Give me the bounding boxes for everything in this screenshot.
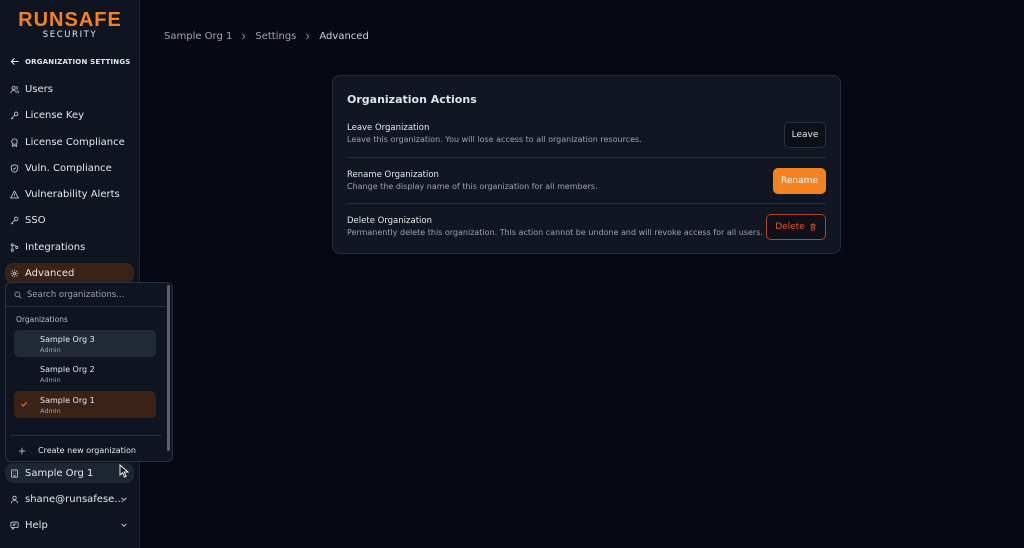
sidebar-item-label: Advanced xyxy=(25,267,75,279)
org-search-bar xyxy=(6,283,166,307)
sidebar-item-label: License Key xyxy=(25,109,85,121)
org-switcher[interactable]: Sample Org 1 xyxy=(5,463,134,483)
logo-tagline: SECURITY xyxy=(42,30,98,40)
alert-triangle-icon xyxy=(10,189,19,198)
sidebar-item-integrations[interactable]: Integrations xyxy=(5,237,134,257)
org-name: Sample Org 3 xyxy=(40,335,95,344)
delete-button[interactable]: Delete xyxy=(766,214,826,240)
action-description: Permanently delete this organization. Th… xyxy=(347,228,763,237)
runsafe-logo[interactable]: RUNSAFE SECURITY xyxy=(0,10,140,40)
organization-actions-card: Organization Actions Leave Organization … xyxy=(332,75,841,254)
gear-icon xyxy=(10,269,19,277)
org-list-heading: Organizations xyxy=(16,315,68,324)
logo-wordmark: RUNSAFE xyxy=(18,9,122,31)
create-organization-label: Create new organization xyxy=(38,446,136,455)
chevron-down-icon xyxy=(121,497,127,501)
arrow-left-icon xyxy=(10,58,19,65)
help-menu[interactable]: Help xyxy=(5,515,134,535)
sidebar-item-label: License Compliance xyxy=(25,136,125,148)
users-icon xyxy=(10,85,19,93)
leave-organization-row: Leave Organization Leave this organizati… xyxy=(347,111,826,157)
back-to-settings-link[interactable]: ORGANIZATION SETTINGS xyxy=(10,57,131,66)
breadcrumb-settings[interactable]: Settings xyxy=(255,31,296,42)
delete-organization-row: Delete Organization Permanently delete t… xyxy=(347,203,826,249)
badge-icon xyxy=(11,137,18,147)
help-menu-label: Help xyxy=(25,519,48,531)
user-menu[interactable]: shane@runsafese... xyxy=(5,489,134,509)
sidebar-item-vulnerability-alerts[interactable]: Vulnerability Alerts xyxy=(5,184,134,204)
create-organization-button[interactable]: Create new organization xyxy=(18,446,136,455)
card-title: Organization Actions xyxy=(347,93,477,106)
sidebar-item-label: SSO xyxy=(25,214,46,226)
back-link-label: ORGANIZATION SETTINGS xyxy=(25,57,131,66)
sidebar-item-users[interactable]: Users xyxy=(5,79,134,99)
chevron-right-icon xyxy=(306,33,310,40)
rename-button[interactable]: Rename xyxy=(773,168,826,194)
leave-button[interactable]: Leave xyxy=(784,122,826,148)
organization-dropdown: Organizations Sample Org 3 Admin Sample … xyxy=(5,282,173,462)
sidebar-item-label: Integrations xyxy=(25,241,86,253)
sidebar-item-advanced[interactable]: Advanced xyxy=(5,263,134,283)
breadcrumb: Sample Org 1 Settings Advanced xyxy=(164,31,369,42)
breadcrumb-current: Advanced xyxy=(319,31,369,42)
help-chat-icon xyxy=(10,521,19,530)
user-menu-label: shane@runsafese... xyxy=(25,493,124,505)
sidebar-item-label: Users xyxy=(25,83,54,95)
sidebar-item-vuln-compliance[interactable]: Vuln. Compliance xyxy=(5,158,134,178)
user-icon xyxy=(11,495,18,503)
search-icon xyxy=(14,291,22,298)
trash-icon xyxy=(809,223,816,231)
sidebar-item-label: Vulnerability Alerts xyxy=(25,188,120,200)
action-title: Delete Organization xyxy=(347,216,432,226)
key-icon xyxy=(10,111,19,119)
org-option-sample-org-2[interactable]: Sample Org 2 Admin xyxy=(14,360,156,387)
sidebar-item-sso[interactable]: SSO xyxy=(5,210,134,230)
org-name: Sample Org 1 xyxy=(40,396,95,405)
delete-button-label: Delete xyxy=(775,222,805,232)
org-role: Admin xyxy=(40,407,61,415)
dropdown-scrollbar[interactable] xyxy=(167,285,170,451)
check-icon xyxy=(20,401,28,407)
action-title: Leave Organization xyxy=(347,123,430,133)
mouse-cursor-icon xyxy=(119,464,129,478)
org-role: Admin xyxy=(40,346,61,354)
org-option-sample-org-3[interactable]: Sample Org 3 Admin xyxy=(14,330,156,357)
sidebar-item-license-key[interactable]: License Key xyxy=(5,105,134,125)
git-branch-icon xyxy=(10,242,19,252)
org-switcher-label: Sample Org 1 xyxy=(25,467,94,479)
action-description: Change the display name of this organiza… xyxy=(347,182,598,191)
breadcrumb-org[interactable]: Sample Org 1 xyxy=(164,31,232,42)
sidebar-item-license-compliance[interactable]: License Compliance xyxy=(5,132,134,152)
plus-icon xyxy=(18,447,26,454)
org-role: Admin xyxy=(40,376,61,384)
sidebar-item-label: Vuln. Compliance xyxy=(25,162,112,174)
app: RUNSAFE SECURITY ORGANIZATION SETTINGS U… xyxy=(0,0,1024,548)
rename-organization-row: Rename Organization Change the display n… xyxy=(347,157,826,203)
key-icon xyxy=(10,216,19,224)
action-description: Leave this organization. You will lose a… xyxy=(347,135,642,144)
chevron-down-icon xyxy=(121,523,127,527)
shield-check-icon xyxy=(10,163,19,173)
dropdown-divider xyxy=(11,435,161,436)
chevron-right-icon xyxy=(242,33,246,40)
org-search-input[interactable] xyxy=(27,289,157,300)
action-title: Rename Organization xyxy=(347,170,439,180)
org-name: Sample Org 2 xyxy=(40,365,95,374)
org-option-sample-org-1[interactable]: Sample Org 1 Admin xyxy=(14,391,156,418)
building-icon xyxy=(11,468,18,478)
